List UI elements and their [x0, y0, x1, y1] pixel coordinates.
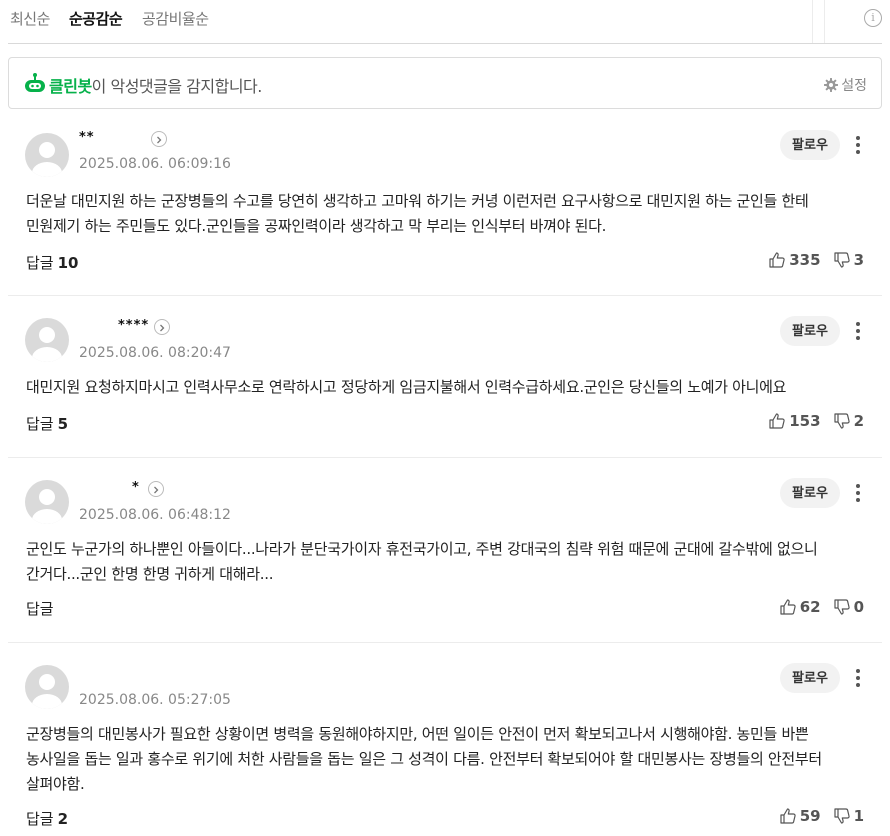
comment-date: 2025.08.06. 05:27:05 [79, 692, 231, 708]
cleanbot-robot-icon [25, 73, 45, 92]
settings-label: 설정 [841, 78, 867, 94]
sort-tab-latest[interactable]: 최신순 [10, 8, 50, 29]
cleanbot-settings-button[interactable]: 설정 [824, 75, 867, 95]
reply-count: 2 [57, 810, 69, 828]
gear-icon [824, 78, 839, 92]
default-avatar-icon [32, 674, 62, 709]
dislike-count: 1 [853, 807, 864, 825]
default-avatar-icon [32, 142, 62, 177]
follow-button[interactable]: 팔로우 [780, 663, 840, 693]
comment-author[interactable]: ** [79, 130, 95, 145]
reply-label: 답글 [26, 600, 54, 618]
dislike-count: 3 [853, 251, 864, 269]
avatar[interactable] [25, 480, 69, 524]
reply-label: 답글 [26, 254, 54, 272]
comment-text: 대민지원 요청하지마시고 인력사무소로 연락하시고 정당하게 임금지불해서 인력… [26, 378, 787, 396]
default-avatar-icon [32, 489, 62, 524]
author-chevron-icon[interactable] [148, 481, 164, 497]
reply-label: 답글 [26, 415, 54, 433]
follow-button[interactable]: 팔로우 [780, 316, 840, 346]
thumbs-down-icon [833, 808, 850, 824]
dislike-button[interactable]: 2 [833, 412, 864, 430]
comment-item: ** 2025.08.06. 06:09:16 팔로우 더운날 대민지원 하는 … [8, 120, 882, 296]
avatar[interactable] [25, 133, 69, 177]
sort-bar: 최신순 순공감순 공감비율순 i [8, 0, 882, 44]
like-button[interactable]: 59 [779, 807, 821, 825]
avatar[interactable] [25, 318, 69, 362]
dislike-count: 2 [853, 412, 864, 430]
thumbs-down-icon [833, 599, 850, 615]
follow-button[interactable]: 팔로우 [780, 478, 840, 508]
follow-button[interactable]: 팔로우 [780, 130, 840, 160]
thumbs-down-icon [833, 252, 850, 268]
default-avatar-icon [32, 327, 62, 362]
sort-tab-likes[interactable]: 순공감순 [69, 8, 123, 29]
dislike-count: 0 [853, 598, 864, 616]
comment-text: 군장병들의 대민봉사가 필요한 상황이면 병력을 동원해야하지만, 어떤 일이든… [26, 725, 822, 793]
comment-text: 더운날 대민지원 하는 군장병들의 수고를 당연히 생각하고 고마워 하기는 커… [26, 192, 809, 235]
comment-date: 2025.08.06. 06:48:12 [79, 507, 231, 523]
thumbs-down-icon [833, 413, 850, 429]
more-options-icon[interactable] [846, 667, 870, 691]
dislike-button[interactable]: 3 [833, 251, 864, 269]
thumbs-up-icon [769, 413, 785, 429]
comment-date: 2025.08.06. 06:09:16 [79, 156, 231, 172]
comment-date: 2025.08.06. 08:20:47 [79, 345, 231, 361]
thumbs-up-icon [780, 599, 796, 615]
like-button[interactable]: 335 [768, 251, 821, 269]
reply-label: 답글 [26, 810, 54, 828]
more-options-icon[interactable] [846, 320, 870, 344]
author-chevron-icon[interactable] [151, 131, 167, 147]
more-options-icon[interactable] [846, 134, 870, 158]
reply-button[interactable]: 답글 [26, 598, 58, 619]
dislike-button[interactable]: 0 [833, 598, 864, 616]
vote-group: 62 0 [779, 598, 864, 616]
comment-author[interactable]: * [132, 480, 140, 495]
thumbs-up-icon [769, 252, 785, 268]
reply-button[interactable]: 답글 10 [26, 252, 78, 273]
comment-item: 2025.08.06. 05:27:05 팔로우 군장병들의 대민봉사가 필요한… [8, 643, 882, 836]
author-chevron-icon[interactable] [154, 319, 170, 335]
more-options-icon[interactable] [846, 482, 870, 506]
divider [824, 0, 825, 43]
cleanbot-banner: 클린봇이 악성댓글을 감지합니다. 설정 [8, 57, 882, 109]
vote-group: 59 1 [779, 807, 864, 825]
thumbs-up-icon [780, 808, 796, 824]
reply-count: 10 [57, 254, 79, 272]
cleanbot-message-text: 이 악성댓글을 감지합니다. [91, 77, 263, 96]
vote-group: 153 2 [768, 412, 864, 430]
like-button[interactable]: 62 [779, 598, 821, 616]
dislike-button[interactable]: 1 [833, 807, 864, 825]
like-count: 62 [799, 598, 821, 616]
comment-author[interactable]: **** [118, 318, 149, 333]
like-count: 59 [799, 807, 821, 825]
avatar[interactable] [25, 665, 69, 709]
divider [812, 0, 813, 43]
comment-text: 군인도 누군가의 하나뿐인 아들이다...나라가 분단국가이자 휴전국가이고, … [26, 540, 818, 583]
cleanbot-brand: 클린봇 [49, 77, 92, 96]
info-icon[interactable]: i [864, 9, 882, 27]
like-count: 335 [789, 251, 821, 269]
reply-button[interactable]: 답글 2 [26, 808, 68, 829]
comment-item: **** 2025.08.06. 08:20:47 팔로우 대민지원 요청하지마… [8, 296, 882, 458]
like-count: 153 [789, 412, 821, 430]
cleanbot-message: 클린봇이 악성댓글을 감지합니다. [49, 73, 262, 97]
vote-group: 335 3 [768, 251, 864, 269]
like-button[interactable]: 153 [768, 412, 821, 430]
reply-count: 5 [57, 415, 69, 433]
comment-item: * 2025.08.06. 06:48:12 팔로우 군인도 누군가의 하나뿐인… [8, 458, 882, 643]
reply-button[interactable]: 답글 5 [26, 413, 68, 434]
sort-tab-like-ratio[interactable]: 공감비율순 [142, 8, 209, 29]
